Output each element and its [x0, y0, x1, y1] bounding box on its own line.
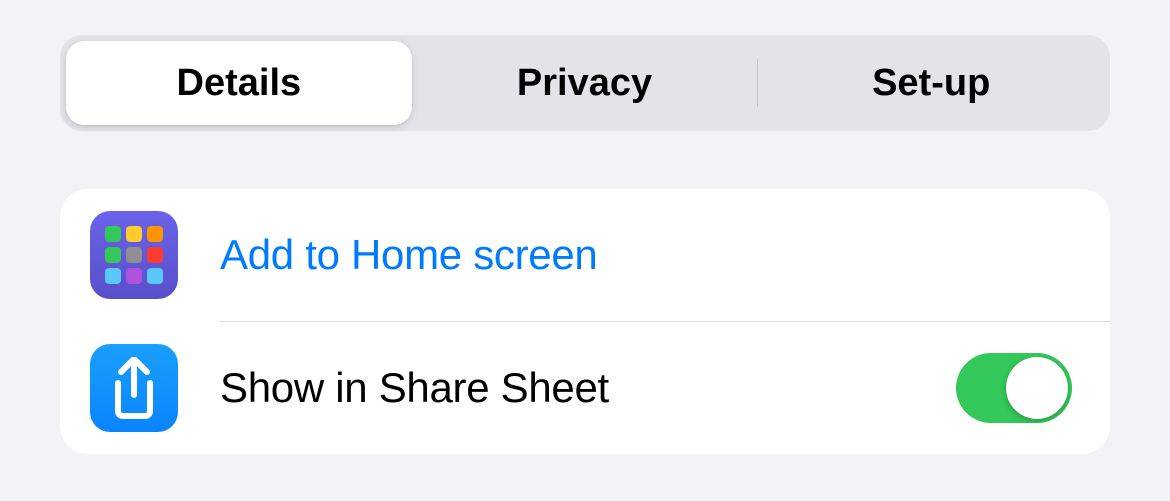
toggle-knob	[1006, 357, 1068, 419]
share-sheet-toggle[interactable]	[956, 353, 1072, 423]
tab-setup[interactable]: Set-up	[758, 41, 1104, 125]
share-sheet-label: Show in Share Sheet	[220, 364, 956, 412]
share-icon	[90, 344, 178, 432]
share-arrow-icon	[108, 357, 160, 419]
tab-privacy-label: Privacy	[517, 62, 652, 105]
app-grid-icon	[105, 226, 163, 284]
tab-privacy[interactable]: Privacy	[412, 41, 758, 125]
show-share-sheet-row: Show in Share Sheet	[60, 322, 1110, 454]
tab-details-label: Details	[177, 62, 302, 105]
settings-list: Add to Home screen Show in Share Sheet	[60, 189, 1110, 454]
segmented-control: Details Privacy Set-up	[60, 35, 1110, 131]
tab-details[interactable]: Details	[66, 41, 412, 125]
tab-setup-label: Set-up	[872, 62, 990, 105]
add-to-home-screen-row[interactable]: Add to Home screen	[60, 189, 1110, 321]
home-screen-icon	[90, 211, 178, 299]
add-home-label: Add to Home screen	[220, 231, 1080, 279]
